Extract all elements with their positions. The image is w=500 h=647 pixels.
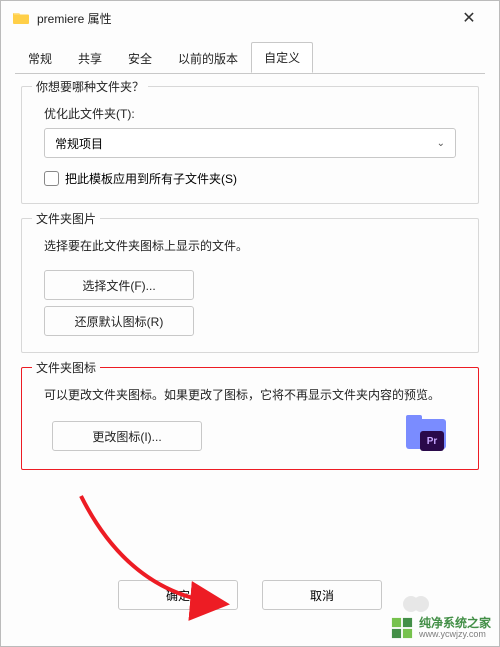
close-icon: ✕ bbox=[462, 8, 475, 28]
choose-file-button[interactable]: 选择文件(F)... bbox=[44, 270, 194, 300]
folder-icon-desc: 可以更改文件夹图标。如果更改了图标，它将不再显示文件夹内容的预览。 bbox=[44, 386, 464, 405]
group-folder-icon: 文件夹图标 可以更改文件夹图标。如果更改了图标，它将不再显示文件夹内容的预览。 … bbox=[21, 367, 479, 470]
folder-icon bbox=[13, 10, 29, 26]
premiere-folder-icon: Pr bbox=[406, 413, 446, 453]
tab-customize[interactable]: 自定义 bbox=[251, 42, 313, 73]
group-legend-folder-picture: 文件夹图片 bbox=[32, 210, 100, 227]
ok-button[interactable]: 确定 bbox=[118, 580, 238, 610]
apply-subfolders-checkbox[interactable] bbox=[44, 171, 59, 186]
tab-security[interactable]: 安全 bbox=[115, 43, 165, 73]
optimize-label: 优化此文件夹(T): bbox=[44, 105, 464, 122]
group-legend-folder-type: 你想要哪种文件夹？ bbox=[32, 78, 148, 95]
watermark: 纯净系统之家 www.ycwjzy.com bbox=[391, 617, 491, 640]
apply-subfolders-label: 把此模板应用到所有子文件夹(S) bbox=[65, 170, 237, 187]
change-icon-button[interactable]: 更改图标(I)... bbox=[52, 421, 202, 451]
optimize-select-value: 常规项目 bbox=[55, 135, 103, 152]
group-legend-folder-icon: 文件夹图标 bbox=[32, 359, 100, 376]
properties-dialog: premiere 属性 ✕ 常规 共享 安全 以前的版本 自定义 你想要哪种文件… bbox=[0, 0, 500, 647]
folder-picture-desc: 选择要在此文件夹图标上显示的文件。 bbox=[44, 237, 464, 256]
tab-previous-versions[interactable]: 以前的版本 bbox=[165, 43, 251, 73]
restore-default-button[interactable]: 还原默认图标(R) bbox=[44, 306, 194, 336]
optimize-select[interactable]: 常规项目 ⌄ bbox=[44, 128, 456, 158]
group-folder-type: 你想要哪种文件夹？ 优化此文件夹(T): 常规项目 ⌄ 把此模板应用到所有子文件… bbox=[21, 86, 479, 204]
watermark-logo-icon bbox=[391, 617, 413, 639]
titlebar: premiere 属性 ✕ bbox=[1, 1, 499, 35]
watermark-url: www.ycwjzy.com bbox=[419, 630, 491, 640]
tab-general[interactable]: 常规 bbox=[15, 43, 65, 73]
group-folder-picture: 文件夹图片 选择要在此文件夹图标上显示的文件。 选择文件(F)... 还原默认图… bbox=[21, 218, 479, 353]
close-button[interactable]: ✕ bbox=[447, 3, 491, 33]
apply-subfolders-row[interactable]: 把此模板应用到所有子文件夹(S) bbox=[44, 170, 464, 187]
chevron-down-icon: ⌄ bbox=[437, 138, 445, 149]
tab-sharing[interactable]: 共享 bbox=[65, 43, 115, 73]
cancel-button[interactable]: 取消 bbox=[262, 580, 382, 610]
tab-content: 你想要哪种文件夹？ 优化此文件夹(T): 常规项目 ⌄ 把此模板应用到所有子文件… bbox=[1, 74, 499, 494]
watermark-ghost-icon bbox=[403, 596, 443, 618]
window-title: premiere 属性 bbox=[37, 10, 112, 27]
tabstrip: 常规 共享 安全 以前的版本 自定义 bbox=[1, 35, 499, 73]
